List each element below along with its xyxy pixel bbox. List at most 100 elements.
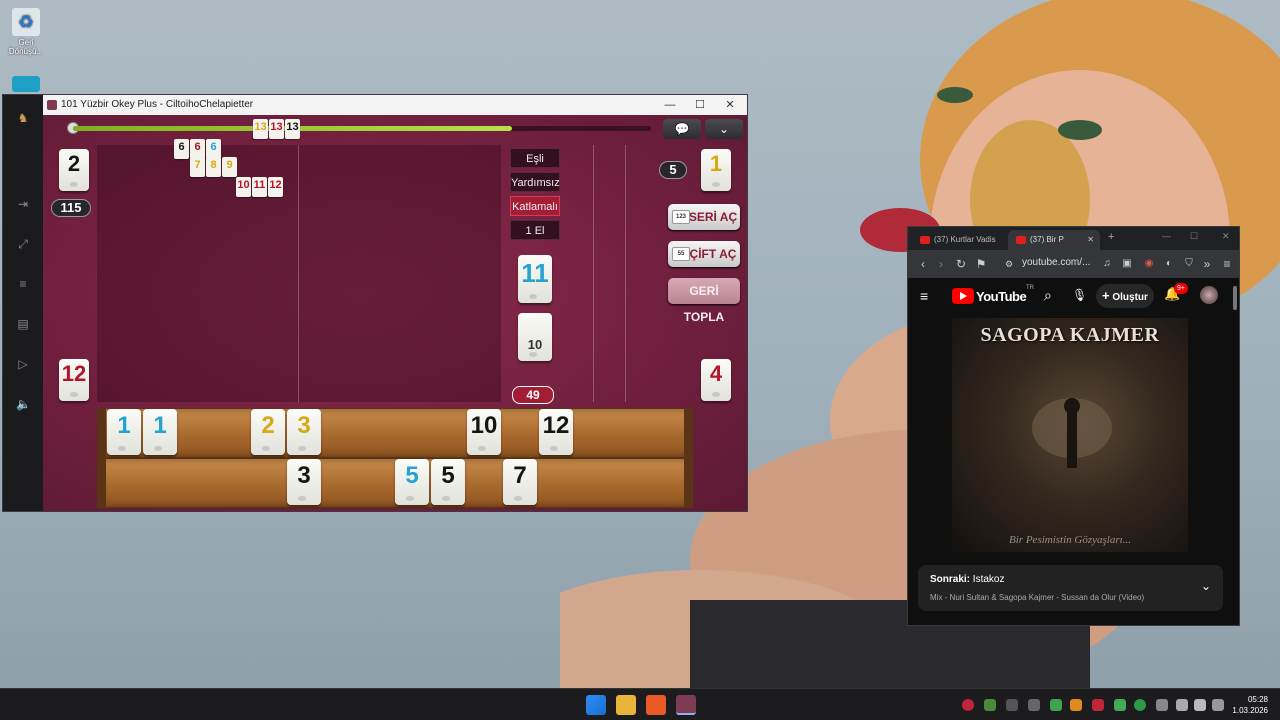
meld-tile: 11 xyxy=(252,177,267,197)
minimize-button[interactable]: — xyxy=(1162,231,1171,241)
network-icon[interactable] xyxy=(1176,699,1188,711)
close-button[interactable]: ✕ xyxy=(715,95,745,115)
rack-tile[interactable]: 1 xyxy=(143,409,177,455)
youtube-logo-icon[interactable] xyxy=(952,288,974,304)
scrollbar[interactable] xyxy=(1231,278,1239,625)
tab-strip: (37) Kurtlar Vadis (37) Bir P ✕ + — ☐ ✕ xyxy=(908,227,1239,250)
create-button[interactable]: + Oluştur xyxy=(1096,284,1154,308)
rack-tile[interactable]: 1 xyxy=(107,409,141,455)
sidebar-login-icon[interactable]: ⇥ xyxy=(16,197,30,211)
collect-back-button[interactable]: GERİ TOPLA xyxy=(668,278,740,324)
reload-icon[interactable]: ↻ xyxy=(952,250,970,278)
sidebar-expand-icon[interactable]: ⤢ xyxy=(16,237,30,251)
rack-end xyxy=(684,459,692,507)
video-player[interactable]: SAGOPA KAJMER Bir Pesimistin Gözyaşları.… xyxy=(952,318,1188,552)
close-button[interactable]: ✕ xyxy=(1222,231,1230,242)
video-art-subtitle: Bir Pesimistin Gözyaşları... xyxy=(1009,534,1131,546)
maximize-button[interactable]: ☐ xyxy=(685,95,715,115)
desktop-shortcut-icon[interactable] xyxy=(6,76,46,94)
rack-tile[interactable]: 3 xyxy=(287,459,321,505)
start-menu-icon[interactable] xyxy=(586,695,606,715)
back-icon[interactable]: ‹ xyxy=(914,250,932,278)
rack-tile[interactable]: 7 xyxy=(503,459,537,505)
sidebar-label-icon[interactable]: ▷ xyxy=(16,357,30,371)
up-next-card[interactable]: Sonraki: Istakoz Mix - Nuri Sultan & Sag… xyxy=(918,565,1223,611)
indicator-tile: 11 xyxy=(518,255,552,303)
meld-tile: 6 xyxy=(206,139,221,159)
tray-app-icon[interactable] xyxy=(962,699,974,711)
media-icon[interactable]: ♫ xyxy=(1098,250,1116,278)
meld-tile: 9 xyxy=(222,157,237,177)
chat-button[interactable]: 💬 xyxy=(663,119,701,139)
game-window-title: 101 Yüzbir Okey Plus - CiltoihoChelapiet… xyxy=(61,99,254,110)
close-tab-icon[interactable]: ✕ xyxy=(1087,230,1094,250)
rack-tile[interactable]: 5 xyxy=(431,459,465,505)
up-next-heading: Sonraki: Istakoz xyxy=(930,574,1004,585)
forward-icon[interactable]: › xyxy=(932,250,950,278)
rack-tile[interactable]: 3 xyxy=(287,409,321,455)
tab-kurtlar-vadisi[interactable]: (37) Kurtlar Vadis xyxy=(912,230,1004,250)
game-titlebar[interactable]: 101 Yüzbir Okey Plus - CiltoihoChelapiet… xyxy=(43,95,747,115)
avatar[interactable] xyxy=(1200,286,1218,304)
minimize-button[interactable]: — xyxy=(655,95,685,115)
hamburger-menu-icon[interactable]: ≡ xyxy=(920,288,928,304)
tab-bir-pesimist[interactable]: (37) Bir P ✕ xyxy=(1008,230,1100,250)
tray-app-icon[interactable] xyxy=(1050,699,1062,711)
tray-app-icon[interactable] xyxy=(1134,699,1146,711)
shield-icon[interactable]: ⛉ xyxy=(1180,250,1198,278)
browser-menu-icon[interactable]: ≡ xyxy=(1218,250,1236,278)
recycle-bin-icon[interactable]: ♻ Geri Dönüşü... xyxy=(6,8,46,56)
mic-icon[interactable]: 🎙 xyxy=(1072,288,1087,302)
url-field[interactable]: youtube.com/... xyxy=(1022,257,1090,268)
tray-app-icon[interactable] xyxy=(1114,699,1126,711)
meld-tile: 8 xyxy=(206,157,221,177)
sidebar-volume-icon[interactable]: 🔈 xyxy=(16,397,31,411)
pair-open-button[interactable]: 55 ÇİFT AÇ xyxy=(668,241,740,267)
sidebar-keyboard-icon[interactable]: ▤ xyxy=(16,317,30,331)
series-open-button[interactable]: 123 SERİ AÇ xyxy=(668,204,740,230)
sidebar-settings-icon[interactable]: ≡ xyxy=(16,277,30,291)
youtube-favicon-icon xyxy=(1016,236,1026,244)
rack-tile[interactable]: 12 xyxy=(539,409,573,455)
meld-tile: 6 xyxy=(174,139,189,159)
rack-tile[interactable]: 2 xyxy=(251,409,285,455)
tray-app-icon[interactable] xyxy=(1070,699,1082,711)
new-tab-button[interactable]: + xyxy=(1108,231,1114,243)
site-info-icon[interactable]: ⚙ xyxy=(1000,250,1018,278)
menu-button[interactable]: ⌄ xyxy=(705,119,743,139)
deck-tile[interactable]: 10 xyxy=(518,313,552,361)
search-icon[interactable]: ⌕ xyxy=(1044,287,1052,304)
maximize-button[interactable]: ☐ xyxy=(1190,231,1198,242)
browser-window: (37) Kurtlar Vadis (37) Bir P ✕ + — ☐ ✕ … xyxy=(907,226,1240,626)
extension-icon[interactable]: ◉ xyxy=(1140,250,1158,278)
chat-bubble-icon: 💬 xyxy=(674,122,690,136)
file-explorer-icon[interactable] xyxy=(616,695,636,715)
youtube-wordmark[interactable]: YouTube xyxy=(976,289,1027,304)
mode-paired: Eşli xyxy=(510,148,560,168)
player-bottom-right-tile: 4 xyxy=(701,359,731,401)
okey-taskbar-icon[interactable] xyxy=(676,695,696,715)
mic-icon[interactable] xyxy=(1156,699,1168,711)
tray-app-icon[interactable] xyxy=(1092,699,1104,711)
more-extensions-icon[interactable]: » xyxy=(1198,250,1216,278)
battery-icon[interactable] xyxy=(1212,699,1224,711)
tray-app-icon[interactable] xyxy=(984,699,996,711)
system-clock[interactable]: 05:28 1.03.2026 xyxy=(1232,694,1268,716)
remaining-tiles-counter: 49 xyxy=(512,386,554,404)
brave-browser-icon[interactable] xyxy=(646,695,666,715)
volume-icon[interactable] xyxy=(1194,699,1206,711)
sidebar-icon[interactable]: ▣ xyxy=(1118,250,1136,278)
tray-app-icon[interactable] xyxy=(1006,699,1018,711)
rack-top-row xyxy=(97,408,693,458)
extension-icon[interactable]: ◐ xyxy=(1160,250,1178,278)
create-label: Oluştur xyxy=(1112,292,1148,303)
rack-tile[interactable]: 10 xyxy=(467,409,501,455)
scrollbar-thumb[interactable] xyxy=(1233,286,1237,310)
meld-tile: 13 xyxy=(285,119,300,139)
bookmark-icon[interactable]: ⚑ xyxy=(972,250,990,278)
meld-tile: 7 xyxy=(190,157,205,177)
tray-app-icon[interactable] xyxy=(1028,699,1040,711)
app-logo-icon: ♞ xyxy=(17,111,29,125)
rack-tile[interactable]: 5 xyxy=(395,459,429,505)
chevron-down-icon[interactable]: ⌄ xyxy=(1201,579,1211,593)
